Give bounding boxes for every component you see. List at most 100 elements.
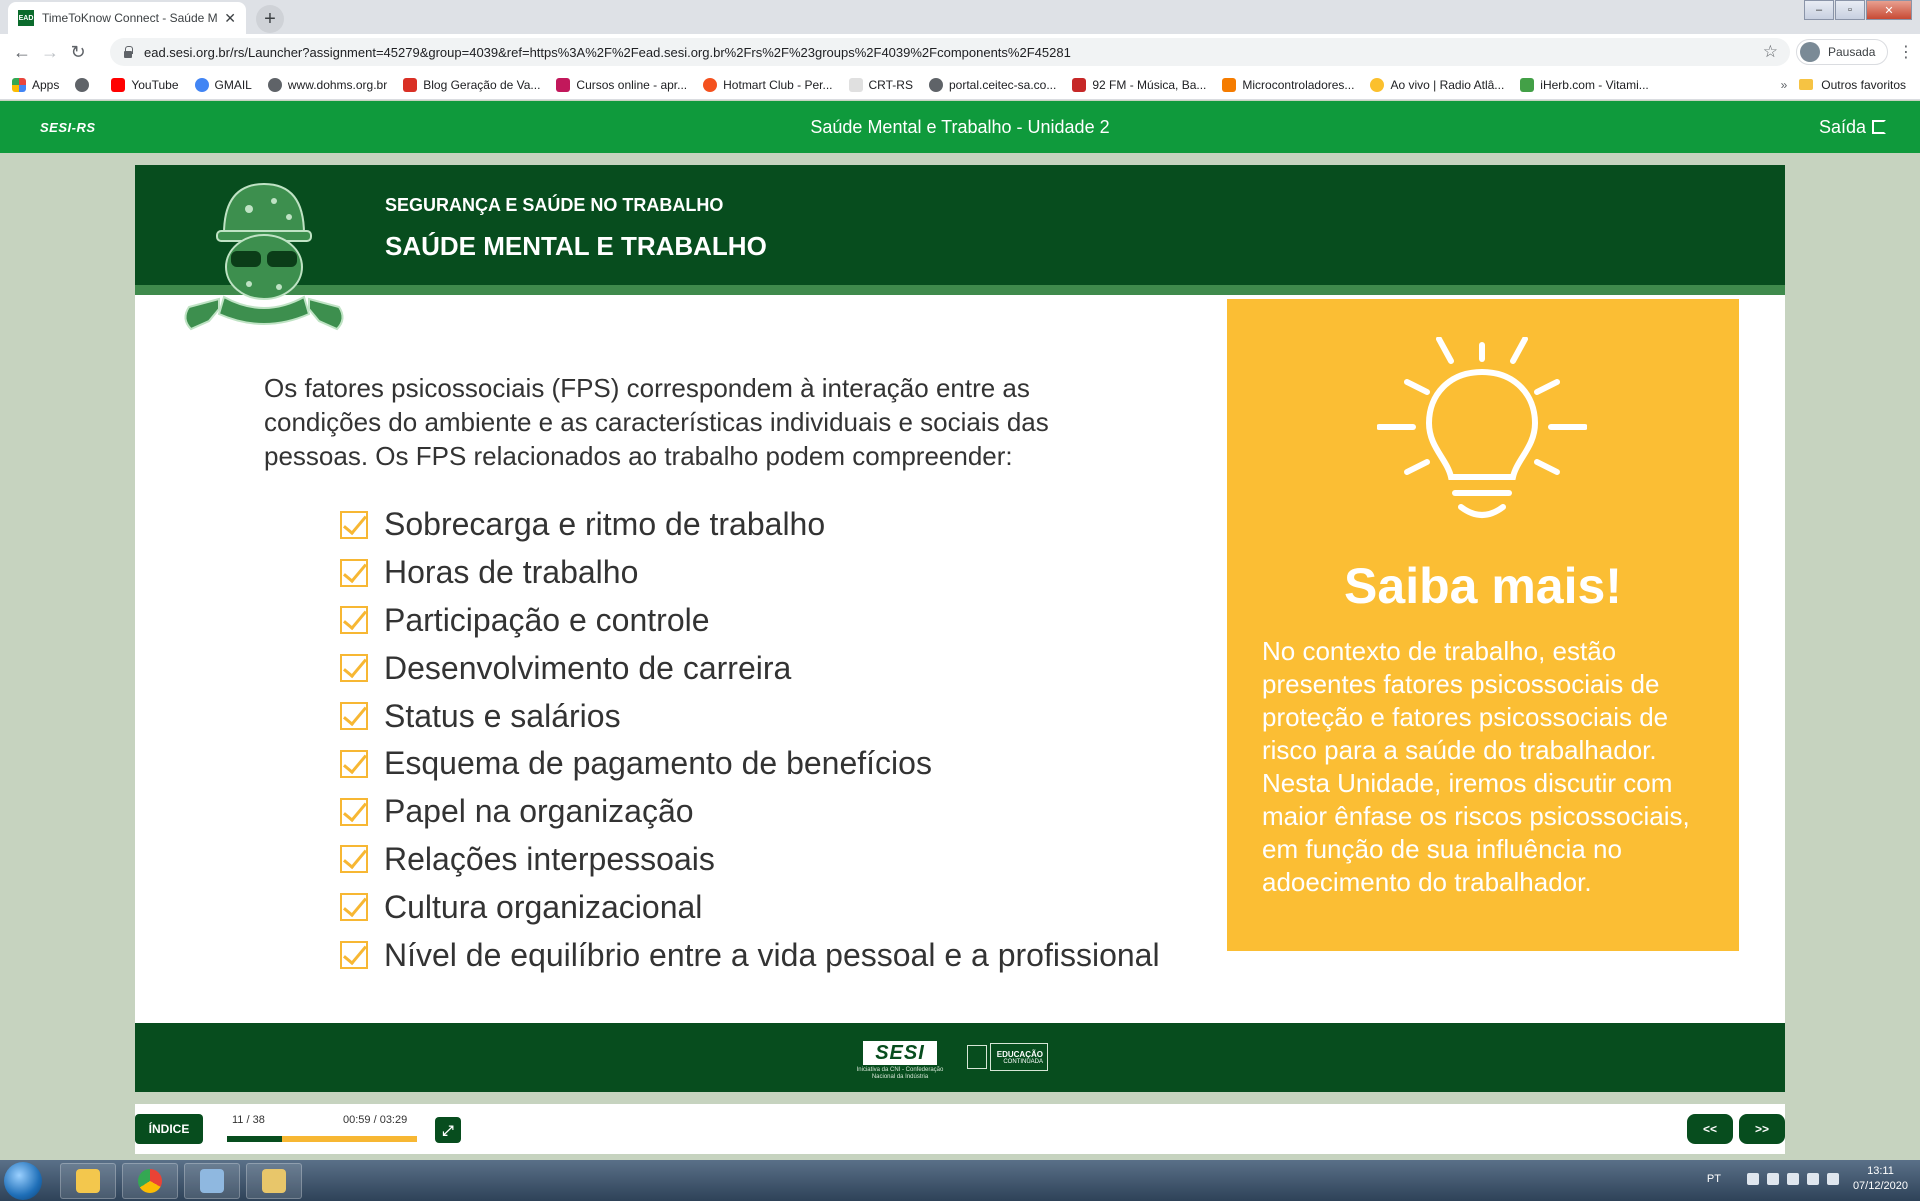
checkbox-icon [340, 702, 368, 731]
bookmark-item[interactable]: CRT-RS [848, 77, 913, 92]
paint-icon [200, 1169, 224, 1193]
bookmark-item[interactable]: Cursos online - apr... [556, 77, 687, 92]
lock-icon[interactable] [122, 46, 134, 58]
avatar [1800, 42, 1820, 62]
browser-toolbar: ← → ↻ ead.sesi.org.br/rs/Launcher?assign… [0, 34, 1920, 70]
list-item: Horas de trabalho [340, 549, 1160, 597]
profile-button[interactable]: Pausada [1796, 39, 1888, 65]
slide: SEGURANÇA E SAÚDE NO TRABALHO SAÚDE MENT… [135, 165, 1785, 1092]
browser-menu-icon[interactable]: ⋮ [1898, 42, 1914, 62]
checkbox-icon [340, 558, 368, 587]
progress-bar[interactable] [227, 1136, 417, 1142]
bookmark-item[interactable]: portal.ceitec-sa.co... [928, 77, 1056, 92]
bookmarks-bar: Apps YouTube GMAIL www.dohms.org.br Blog… [0, 70, 1920, 100]
taskbar-app-mail[interactable] [60, 1163, 116, 1199]
header-stripe [135, 285, 1785, 295]
list-item: Sobrecarga e ritmo de trabalho [340, 501, 1160, 549]
chevron-up-icon[interactable] [1766, 1173, 1779, 1185]
checkbox-icon [340, 893, 368, 922]
back-icon[interactable]: ← [8, 42, 36, 63]
clock-time: 13:11 [1867, 1165, 1894, 1177]
sesi-rs-logo: SESI-RS [40, 119, 96, 135]
exit-button[interactable]: Saída [1819, 117, 1886, 138]
forward-icon[interactable]: → [36, 42, 64, 63]
course-title: Saúde Mental e Trabalho - Unidade 2 [810, 116, 1110, 137]
bookmark-item[interactable]: 92 FM - Música, Ba... [1072, 77, 1206, 92]
reload-icon[interactable]: ↻ [64, 42, 92, 63]
minimize-button[interactable]: – [1804, 0, 1834, 20]
window-controls: – ▫ ✕ [1803, 0, 1912, 20]
course-icon [556, 77, 571, 92]
youtube-icon [111, 77, 126, 92]
windows-taskbar: PT 13:11 07/12/2020 [0, 1160, 1920, 1201]
saiba-mais-heading: Saiba mais! [1344, 558, 1622, 614]
google-icon [194, 77, 209, 92]
exit-icon [1872, 120, 1886, 134]
flag-icon[interactable] [1786, 1173, 1799, 1185]
network-icon[interactable] [1806, 1173, 1819, 1185]
next-slide-button[interactable]: >> [1739, 1114, 1785, 1144]
bookmark-item[interactable] [75, 77, 95, 92]
bookmark-item[interactable]: www.dohms.org.br [267, 77, 387, 92]
educacao-continuada-logo: EDUCAÇÃO CONTINUADA [990, 1043, 1048, 1071]
bookmark-star-icon[interactable]: ☆ [1763, 42, 1778, 62]
clock[interactable]: 13:11 07/12/2020 [1853, 1164, 1908, 1194]
close-tab-icon[interactable]: ✕ [224, 10, 236, 27]
other-bookmarks-folder[interactable]: Outros favoritos [1799, 78, 1906, 92]
browser-tab[interactable]: EAD TimeToKnow Connect - Saúde M ✕ [8, 2, 246, 34]
start-button[interactable] [4, 1162, 42, 1200]
bookmark-youtube[interactable]: YouTube [111, 77, 179, 92]
player-controls: ÍNDICE 11 / 38 00:59 / 03:29 ⤢ << >> [135, 1104, 1785, 1154]
globe-icon [75, 77, 90, 92]
list-item: Cultura organizacional [340, 883, 1160, 931]
checkbox-icon [340, 654, 368, 683]
bookmark-apps[interactable]: Apps [12, 77, 59, 92]
mail-icon [76, 1169, 100, 1193]
volume-icon[interactable] [1826, 1173, 1839, 1185]
bookmark-item[interactable]: Microcontroladores... [1222, 77, 1354, 92]
taskbar-app-chrome[interactable] [122, 1163, 178, 1199]
new-tab-button[interactable]: + [256, 5, 284, 33]
folder-icon [262, 1169, 286, 1193]
address-bar[interactable]: ead.sesi.org.br/rs/Launcher?assignment=4… [110, 38, 1790, 66]
sesi-logo-subtitle: Iniciativa da CNI - Confederação Naciona… [856, 1067, 944, 1080]
lightbulb-icon [1377, 337, 1587, 518]
list-item: Nível de equilíbrio entre a vida pessoal… [340, 931, 1160, 979]
language-indicator[interactable]: PT [1707, 1173, 1721, 1185]
checkbox-icon [340, 510, 368, 539]
profile-label: Pausada [1828, 45, 1876, 59]
blog-icon [403, 77, 418, 92]
slide-header: SEGURANÇA E SAÚDE NO TRABALHO SAÚDE MENT… [135, 165, 1785, 285]
bookmark-item[interactable]: iHerb.com - Vitami... [1520, 77, 1649, 92]
keyboard-icon[interactable] [1746, 1173, 1759, 1185]
saiba-mais-text: No contexto de trabalho, estão presentes… [1262, 636, 1690, 897]
intro-paragraph: Os fatores psicossociais (FPS) correspon… [264, 373, 1049, 471]
list-item: Status e salários [340, 692, 1160, 740]
folder-icon [1799, 79, 1814, 90]
close-window-button[interactable]: ✕ [1866, 0, 1912, 20]
progress-fill [227, 1136, 283, 1142]
bookmark-item[interactable]: Ao vivo | Radio Atlâ... [1370, 77, 1504, 92]
bookmarks-overflow-icon[interactable]: » [1781, 78, 1788, 92]
page-icon [848, 77, 863, 92]
checkbox-icon [340, 941, 368, 970]
fullscreen-button[interactable]: ⤢ [435, 1117, 461, 1143]
bookmark-item[interactable]: Hotmart Club - Per... [703, 77, 833, 92]
ead-favicon-icon: EAD [18, 10, 34, 26]
slide-footer: SESI Iniciativa da CNI - Confederação Na… [135, 1023, 1785, 1092]
checkbox-icon [340, 797, 368, 826]
checkbox-icon [340, 606, 368, 635]
tray-icons [1739, 1173, 1839, 1185]
taskbar-app-explorer[interactable] [246, 1163, 302, 1199]
list-item: Esquema de pagamento de benefícios [340, 740, 1160, 788]
list-item: Relações interpessoais [340, 836, 1160, 884]
bookmark-item[interactable]: Blog Geração de Va... [403, 77, 540, 92]
app-header: SESI-RS Saúde Mental e Trabalho - Unidad… [0, 101, 1920, 153]
previous-slide-button[interactable]: << [1687, 1114, 1733, 1144]
tab-title: TimeToKnow Connect - Saúde M [42, 11, 218, 25]
index-button[interactable]: ÍNDICE [135, 1114, 203, 1144]
url-text[interactable]: ead.sesi.org.br/rs/Launcher?assignment=4… [144, 45, 1763, 60]
maximize-button[interactable]: ▫ [1835, 0, 1865, 20]
bookmark-gmail[interactable]: GMAIL [194, 77, 252, 92]
taskbar-app-paint[interactable] [184, 1163, 240, 1199]
